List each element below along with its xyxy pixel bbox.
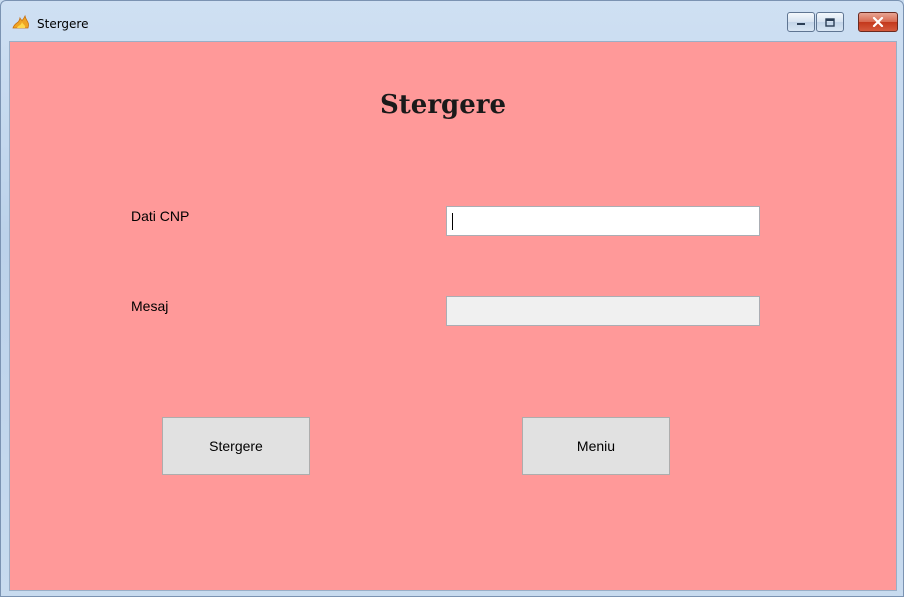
menu-button[interactable]: Meniu: [522, 417, 670, 475]
minimize-button[interactable]: [787, 12, 815, 32]
cnp-label: Dati CNP: [131, 208, 190, 224]
message-label: Mesaj: [131, 298, 169, 314]
cnp-input[interactable]: [446, 206, 760, 236]
text-cursor: [452, 213, 453, 230]
flame-icon: [12, 14, 29, 29]
message-field[interactable]: [446, 296, 760, 326]
maximize-button[interactable]: [816, 12, 844, 32]
close-icon: [872, 17, 884, 27]
close-button[interactable]: [858, 12, 898, 32]
maximize-icon: [825, 17, 835, 27]
minimize-icon: [797, 23, 805, 25]
form-panel: Stergere Dati CNP Mesaj Stergere Meniu: [9, 41, 897, 591]
page-title: Stergere: [10, 90, 898, 120]
page-title-text: Stergere: [380, 90, 506, 120]
app-window: Stergere Stergere Dati CNP Mesaj Sterger…: [0, 0, 904, 597]
window-title: Stergere: [37, 17, 89, 31]
delete-button[interactable]: Stergere: [162, 417, 310, 475]
title-bar[interactable]: Stergere: [1, 1, 903, 41]
